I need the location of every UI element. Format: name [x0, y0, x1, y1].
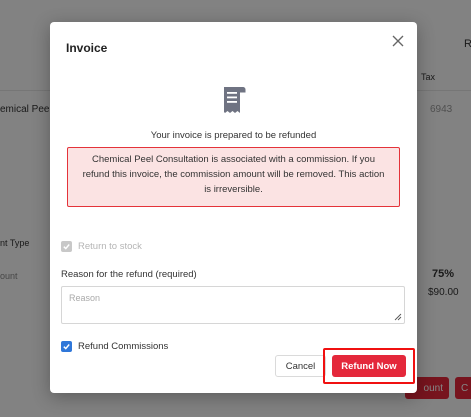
return-to-stock-label: Return to stock — [78, 241, 142, 252]
close-icon[interactable] — [391, 34, 405, 48]
refund-now-button[interactable]: Refund Now — [332, 355, 406, 377]
commission-warning-alert: Chemical Peel Consultation is associated… — [67, 147, 400, 207]
prepared-message: Your invoice is prepared to be refunded — [150, 130, 317, 141]
refund-commissions-row: Refund Commissions — [61, 341, 168, 352]
refund-commissions-checkbox[interactable] — [61, 341, 72, 352]
resize-handle-icon[interactable] — [394, 313, 402, 321]
return-to-stock-row: Return to stock — [61, 241, 142, 252]
refund-now-highlight: Refund Now — [323, 348, 415, 384]
invoice-refund-modal: Invoice Your invoice is prepared to be r… — [50, 22, 417, 393]
reason-label: Reason for the refund (required) — [61, 269, 197, 280]
refund-commissions-label: Refund Commissions — [78, 341, 169, 352]
check-icon — [63, 244, 70, 250]
return-to-stock-checkbox[interactable] — [61, 241, 72, 252]
check-icon — [63, 344, 70, 350]
cancel-button[interactable]: Cancel — [275, 355, 326, 377]
reason-textarea[interactable]: Reason — [61, 286, 405, 324]
modal-title: Invoice — [66, 41, 108, 55]
reason-placeholder: Reason — [69, 293, 101, 303]
receipt-icon — [224, 87, 246, 113]
warning-text: Chemical Peel Consultation is associated… — [82, 154, 385, 195]
